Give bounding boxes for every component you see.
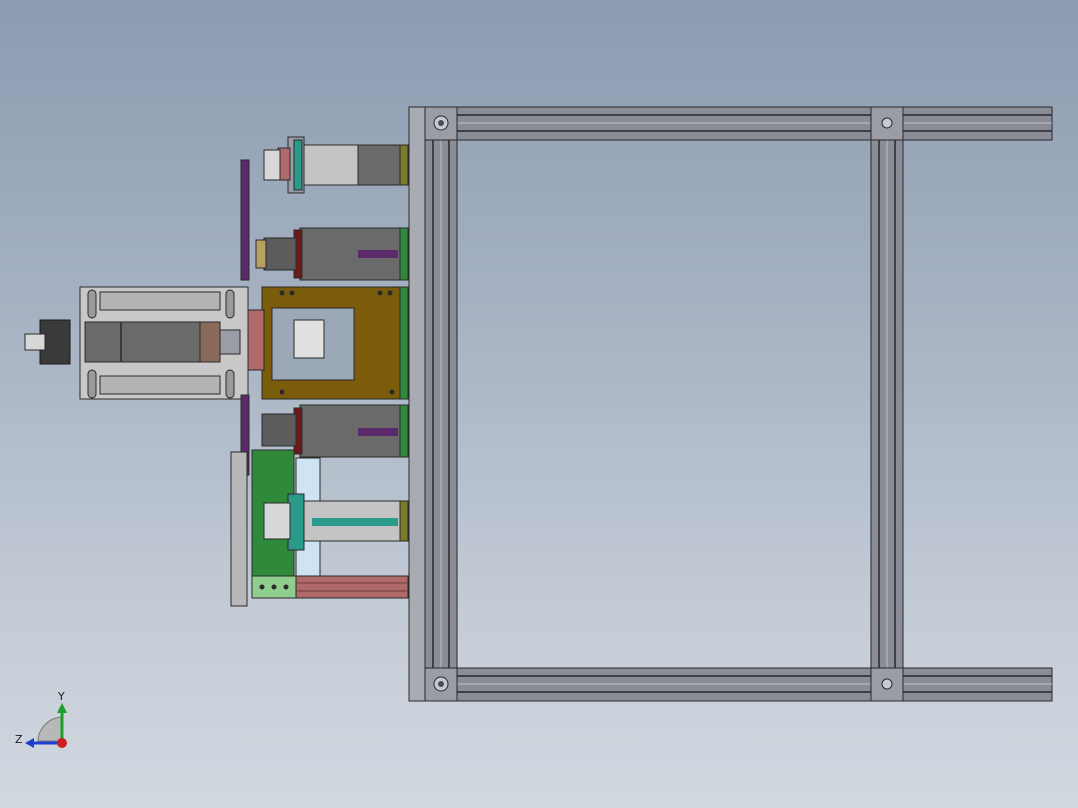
base-rail[interactable]	[251, 575, 409, 599]
motor-cylinder-upper[interactable]	[255, 227, 409, 281]
origin-point-icon	[57, 738, 67, 748]
left-linear-actuator[interactable]	[24, 286, 249, 400]
central-bronze-fixture[interactable]	[247, 286, 409, 400]
triad-arc-icon	[37, 716, 63, 742]
z-axis-arrow-icon	[25, 738, 34, 748]
aluminum-frame[interactable]	[408, 106, 1053, 702]
motor-cylinder-lower[interactable]	[261, 404, 409, 458]
purple-sensor-bracket-top	[240, 159, 250, 281]
view-orientation-triad[interactable]: Y Z	[15, 690, 67, 748]
y-axis-arrow-icon	[57, 703, 67, 713]
z-axis-label: Z	[15, 733, 23, 746]
top-gripper-cylinder[interactable]	[263, 136, 409, 194]
y-axis-label: Y	[57, 690, 65, 703]
cad-viewport[interactable]: Y Z	[0, 0, 1078, 808]
mounting-plate[interactable]	[408, 106, 426, 702]
